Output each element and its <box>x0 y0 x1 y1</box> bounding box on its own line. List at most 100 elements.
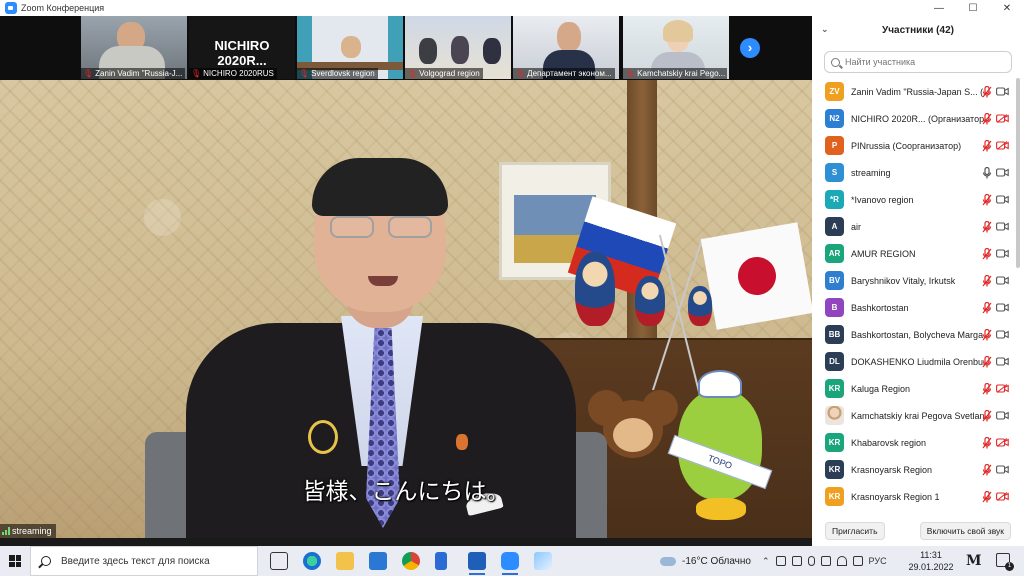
participant-row[interactable]: Aair <box>812 213 1024 240</box>
participant-row[interactable]: BV Baryshnikov Vitaly, Irkutsk <box>812 267 1024 294</box>
speaker-icon[interactable] <box>852 556 863 566</box>
video-camera-icon[interactable] <box>996 276 1009 285</box>
network-icon[interactable] <box>775 556 786 566</box>
minimize-button[interactable]: — <box>922 0 956 16</box>
mic-muted-icon[interactable] <box>982 85 992 98</box>
participant-row[interactable]: N2 NICHIRO 2020R... (Организатор) <box>812 105 1024 132</box>
display-icon[interactable] <box>820 556 831 566</box>
participant-row[interactable]: AR AMUR REGION <box>812 240 1024 267</box>
chevron-down-icon[interactable]: ⌄ <box>821 24 829 35</box>
video-subtitle: 皆様、こんにちは。 <box>302 479 510 505</box>
mail-icon[interactable] <box>369 552 387 570</box>
participant-row[interactable]: DL DOKASHENKO Liudmila Orenburg <box>812 348 1024 375</box>
video-camera-icon[interactable] <box>996 195 1009 204</box>
mic-muted-icon[interactable] <box>982 193 992 206</box>
person-2 <box>451 36 469 64</box>
participant-row[interactable]: KR Krasnoyarsk Region <box>812 456 1024 483</box>
microphone-icon[interactable] <box>807 556 815 566</box>
participant-search[interactable] <box>824 51 1012 73</box>
video-camera-icon[interactable] <box>996 330 1009 339</box>
participant-name: Baryshnikov Vitaly, Irkutsk <box>851 275 956 286</box>
video-camera-icon[interactable] <box>996 357 1009 366</box>
video-off-icon[interactable] <box>996 438 1009 447</box>
search-input[interactable] <box>845 57 1005 67</box>
windows-logo-icon <box>9 555 21 567</box>
unmute-self-button[interactable]: Включить свой звук <box>919 522 1011 540</box>
mic-muted-icon[interactable] <box>982 247 992 260</box>
mic-muted-icon[interactable] <box>982 490 992 503</box>
thumbnail-strip: 🎙 Zanin Vadim "Russia-J... NICHIRO 2020R… <box>0 16 812 80</box>
video-thumbnail[interactable]: 🎙 Zanin Vadim "Russia-J... <box>81 16 187 79</box>
video-thumbnail[interactable]: 🎙 Kamchatskiy krai Pego... <box>623 16 729 79</box>
mic-muted-icon[interactable] <box>982 301 992 314</box>
participant-row[interactable]: Kamchatskiy krai Pegova Svetlana <box>812 402 1024 429</box>
mic-muted-icon[interactable] <box>982 220 992 233</box>
participant-row[interactable]: BB Bashkortostan, Bolycheva Marga... <box>812 321 1024 348</box>
video-camera-icon[interactable] <box>996 249 1009 258</box>
phone-app-icon[interactable] <box>435 552 447 570</box>
video-off-icon[interactable] <box>996 492 1009 501</box>
tray-logo-icon[interactable]: M <box>966 553 982 569</box>
video-off-icon[interactable] <box>996 141 1009 150</box>
video-camera-icon[interactable] <box>996 87 1009 96</box>
participant-row[interactable]: KR Kaluga Region <box>812 375 1024 402</box>
start-button[interactable] <box>0 546 30 576</box>
mic-muted-icon[interactable] <box>982 274 992 287</box>
mic-muted-icon[interactable] <box>982 409 992 422</box>
mic-muted-icon: 🎙 <box>83 69 94 78</box>
weather-widget[interactable]: -16°C Облачно <box>660 546 751 576</box>
language-indicator[interactable]: РУС <box>869 556 887 566</box>
video-camera-icon[interactable] <box>996 303 1009 312</box>
word-icon[interactable] <box>468 552 486 575</box>
person-face <box>557 22 581 52</box>
taskbar-search-placeholder: Введите здесь текст для поиска <box>61 555 210 567</box>
thumbnail-name: Zanin Vadim "Russia-J... <box>95 69 183 78</box>
tray-app-icon[interactable] <box>791 556 802 566</box>
mic-muted-icon[interactable] <box>982 328 992 341</box>
mic-muted-icon: 🎙 <box>299 69 310 78</box>
video-off-icon[interactable] <box>996 114 1009 123</box>
mic-muted-icon[interactable] <box>982 436 992 449</box>
video-thumbnail[interactable]: 🎙 Департамент эконом... <box>513 16 619 79</box>
mic-muted-icon[interactable] <box>982 355 992 368</box>
next-page-button[interactable]: › <box>740 38 760 58</box>
video-off-icon[interactable] <box>996 384 1009 393</box>
invite-button[interactable]: Пригласить <box>825 522 885 540</box>
participant-row[interactable]: B Bashkortostan <box>812 294 1024 321</box>
video-camera-icon[interactable] <box>996 222 1009 231</box>
maximize-button[interactable]: ☐ <box>956 0 990 16</box>
mic-muted-icon[interactable] <box>982 112 992 125</box>
avatar <box>825 406 844 425</box>
mic-muted-icon[interactable] <box>982 139 992 152</box>
participant-row[interactable]: KR Krasnoyarsk Region 1 <box>812 483 1024 508</box>
paint-icon[interactable] <box>534 552 552 570</box>
chrome-icon[interactable] <box>402 552 420 570</box>
chevron-up-icon[interactable]: ⌃ <box>762 556 770 567</box>
video-camera-icon[interactable] <box>996 168 1009 177</box>
participant-row[interactable]: KR Khabarovsk region <box>812 429 1024 456</box>
video-thumbnail[interactable]: 🎙 Sverdlovsk region <box>297 16 403 79</box>
video-thumbnail[interactable]: 🎙 Volgograd region <box>405 16 511 79</box>
mic-muted-icon[interactable] <box>982 463 992 476</box>
zoom-taskbar-icon[interactable] <box>501 552 519 575</box>
taskbar-clock[interactable]: 11:31 29.01.2022 <box>906 549 956 573</box>
edge-browser-icon[interactable] <box>303 552 321 570</box>
microphone-icon[interactable] <box>982 166 992 179</box>
taskbar-search[interactable]: Введите здесь текст для поиска <box>30 546 258 576</box>
scrollbar[interactable] <box>1016 78 1020 268</box>
video-camera-icon[interactable] <box>996 411 1009 420</box>
video-camera-icon[interactable] <box>996 465 1009 474</box>
notification-center-icon[interactable]: 1 <box>996 553 1014 571</box>
yellow-ribbon-pin <box>308 420 338 454</box>
wifi-icon[interactable] <box>836 556 847 566</box>
file-explorer-icon[interactable] <box>336 552 354 570</box>
participant-row[interactable]: *R *Ivanovo region <box>812 186 1024 213</box>
participant-row[interactable]: Sstreaming <box>812 159 1024 186</box>
task-view-icon[interactable] <box>270 552 288 570</box>
mic-muted-icon[interactable] <box>982 382 992 395</box>
close-button[interactable]: ✕ <box>990 0 1024 16</box>
speaker-name: streaming <box>12 526 52 536</box>
video-thumbnail[interactable]: NICHIRO 2020R... 🎙 NICHIRO 2020RUS <box>189 16 295 79</box>
participant-row[interactable]: ZV Zanin Vadim "Russia-Japan S... (Я) <box>812 78 1024 105</box>
participant-row[interactable]: P PINrussia (Соорганизатор) <box>812 132 1024 159</box>
